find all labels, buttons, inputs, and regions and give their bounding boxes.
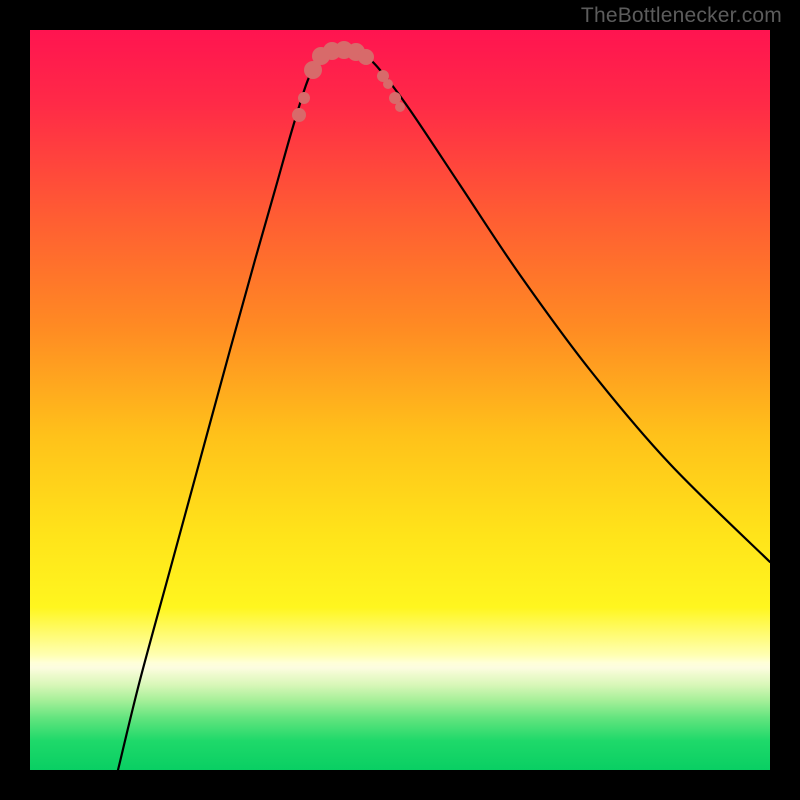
bottleneck-curve bbox=[118, 50, 770, 770]
curves-layer bbox=[30, 30, 770, 770]
marker-dots bbox=[292, 41, 405, 122]
marker-dot bbox=[383, 79, 393, 89]
watermark-text: TheBottlenecker.com bbox=[581, 4, 782, 28]
chart-frame: TheBottlenecker.com bbox=[0, 0, 800, 800]
plot-area bbox=[30, 30, 770, 770]
marker-dot bbox=[395, 102, 405, 112]
marker-dot bbox=[298, 92, 310, 104]
marker-dot bbox=[292, 108, 306, 122]
marker-dot bbox=[358, 49, 374, 65]
